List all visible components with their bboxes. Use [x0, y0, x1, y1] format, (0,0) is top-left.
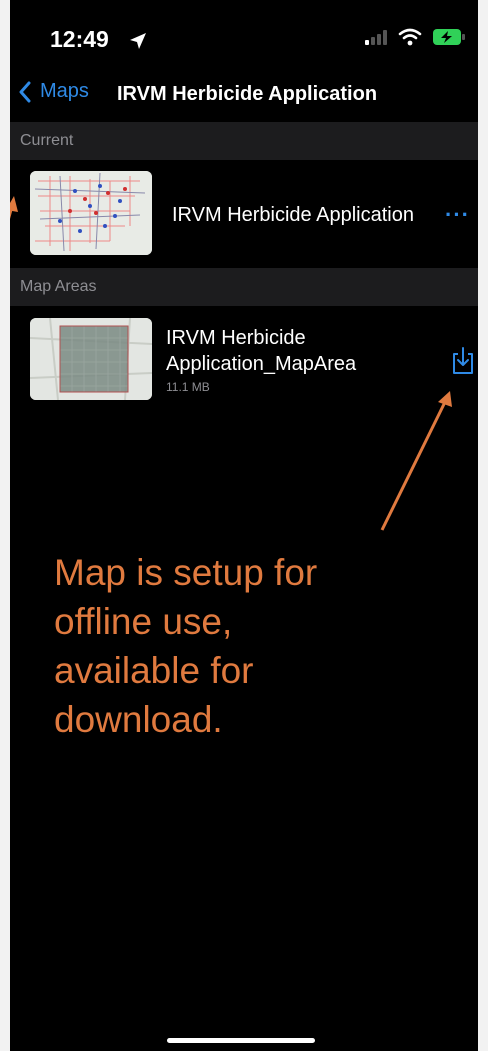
home-indicator[interactable]	[167, 1038, 315, 1043]
annotation-text: Map is setup for offline use, available …	[54, 548, 394, 744]
phone-screen: 12:49 Maps IRVM Herbicide Application Cu…	[10, 0, 478, 1051]
annotation-arrows	[10, 196, 452, 531]
annotation-line-1: Map is setup for	[54, 552, 318, 593]
annotation-line-2: offline use,	[54, 601, 233, 642]
annotation-line-3: available for	[54, 650, 254, 691]
annotation-line-4: download.	[54, 699, 223, 740]
annotation-arrow-partial	[10, 205, 14, 220]
annotation-arrow	[380, 399, 448, 531]
annotation-arrowhead-partial	[10, 196, 18, 212]
